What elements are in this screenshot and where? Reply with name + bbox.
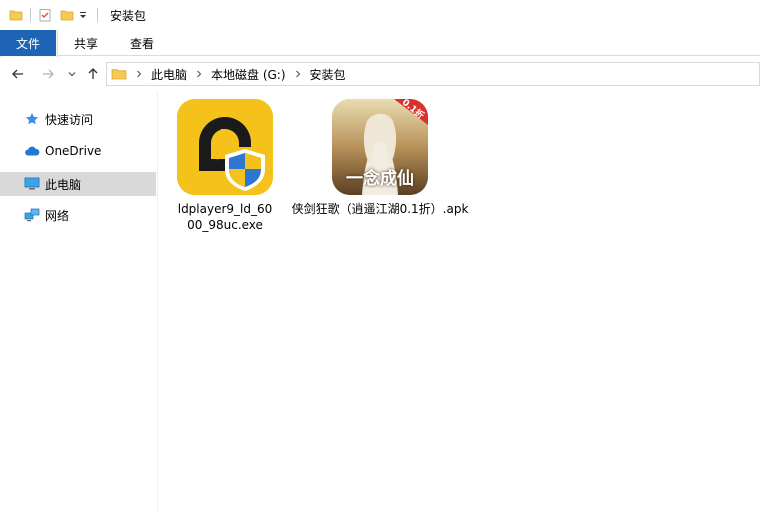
tab-share[interactable]: 共享 <box>58 30 114 56</box>
arrow-right-icon[interactable] <box>37 63 59 85</box>
sidebar-item-this-pc[interactable]: 此电脑 <box>0 172 156 196</box>
title-bar: 安装包 <box>0 0 760 30</box>
sidebar-item-network[interactable]: 网络 <box>0 203 156 227</box>
customize-dropdown-icon[interactable] <box>75 7 91 23</box>
cloud-icon <box>24 143 40 159</box>
navigation-bar: 此电脑 本地磁盘 (G:) 安装包 <box>0 57 760 91</box>
file-name: 侠剑狂歌（逍遥江湖0.1折）.apk <box>291 202 469 216</box>
navigation-pane: 快速访问 OneDrive 此电脑 网络 <box>0 91 158 512</box>
arrow-up-icon[interactable] <box>82 63 104 85</box>
window-title: 安装包 <box>110 8 147 23</box>
breadcrumb-local-disk[interactable]: 本地磁盘 (G:) <box>211 66 286 83</box>
new-folder-icon[interactable] <box>59 7 75 23</box>
file-name: ldplayer9_ld_6000_98uc.exe <box>177 202 273 232</box>
tab-view[interactable]: 查看 <box>114 30 170 56</box>
file-item-game-apk[interactable]: 0.1折 一念成仙 侠剑狂歌（逍遥江湖0.1折）.apk <box>285 99 475 217</box>
sidebar-item-label: 网络 <box>45 208 70 223</box>
file-list: ldplayer9_ld_6000_98uc.exe 0.1折 一念成仙 侠剑狂… <box>158 91 760 512</box>
properties-icon[interactable] <box>37 7 53 23</box>
chevron-right-icon[interactable] <box>195 70 203 78</box>
address-bar[interactable]: 此电脑 本地磁盘 (G:) 安装包 <box>106 62 760 86</box>
file-item-ldplayer[interactable]: ldplayer9_ld_6000_98uc.exe <box>167 99 283 233</box>
folder-icon[interactable] <box>8 7 24 23</box>
game-title-art: 一念成仙 <box>346 169 414 189</box>
ribbon-tabs: 文件 主页 共享 查看 <box>0 30 760 57</box>
sidebar-item-onedrive[interactable]: OneDrive <box>0 139 156 163</box>
chevron-right-icon[interactable] <box>135 70 143 78</box>
chevron-down-icon[interactable] <box>61 63 83 85</box>
star-icon <box>24 111 40 127</box>
computer-icon <box>24 176 40 192</box>
folder-icon <box>111 66 127 82</box>
breadcrumb-current-folder[interactable]: 安装包 <box>310 66 346 83</box>
sidebar-item-quick-access[interactable]: 快速访问 <box>0 107 156 131</box>
quick-access-toolbar <box>0 7 104 23</box>
arrow-left-icon[interactable] <box>7 63 29 85</box>
sidebar-item-label: 此电脑 <box>45 177 82 192</box>
ldplayer-shield-icon <box>177 99 273 195</box>
sidebar-item-label: OneDrive <box>45 144 102 158</box>
sidebar-item-label: 快速访问 <box>45 112 94 127</box>
breadcrumb-this-pc[interactable]: 此电脑 <box>151 66 187 83</box>
chevron-right-icon[interactable] <box>294 70 302 78</box>
toolbar-divider <box>30 8 31 22</box>
game-app-icon: 0.1折 一念成仙 <box>332 99 428 195</box>
tab-file[interactable]: 文件 <box>0 30 56 56</box>
toolbar-divider <box>97 8 98 22</box>
network-icon <box>24 207 40 223</box>
